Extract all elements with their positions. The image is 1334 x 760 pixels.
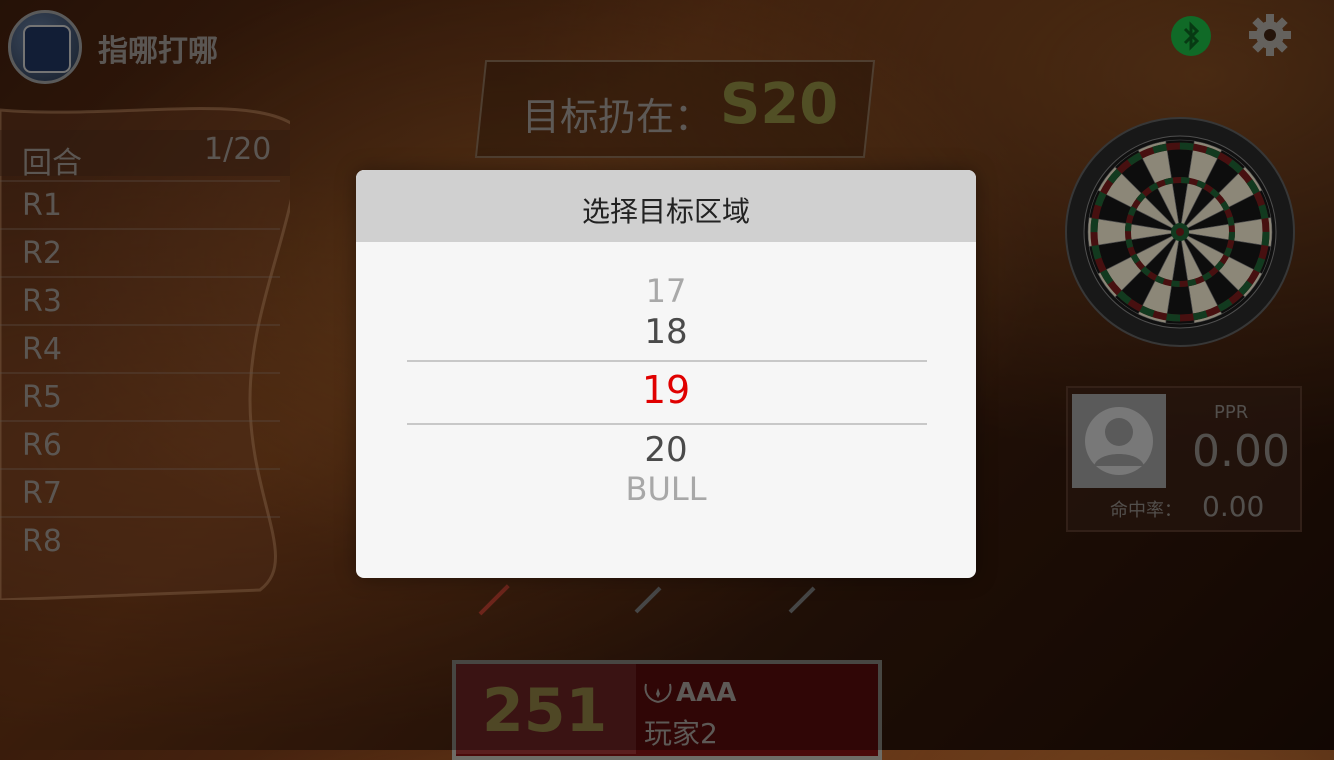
picker-option[interactable]: 18 [356,312,976,352]
picker-option[interactable]: BULL [356,470,976,508]
picker-divider-top [407,360,927,362]
picker-option[interactable]: 17 [356,272,976,310]
target-area-dialog: 选择目标区域 17 18 19 20 BULL [356,170,976,578]
picker-divider-bottom [407,423,927,425]
picker-option[interactable]: 20 [356,430,976,470]
dialog-title: 选择目标区域 [581,195,750,228]
picker-selected-option[interactable]: 19 [356,368,976,412]
